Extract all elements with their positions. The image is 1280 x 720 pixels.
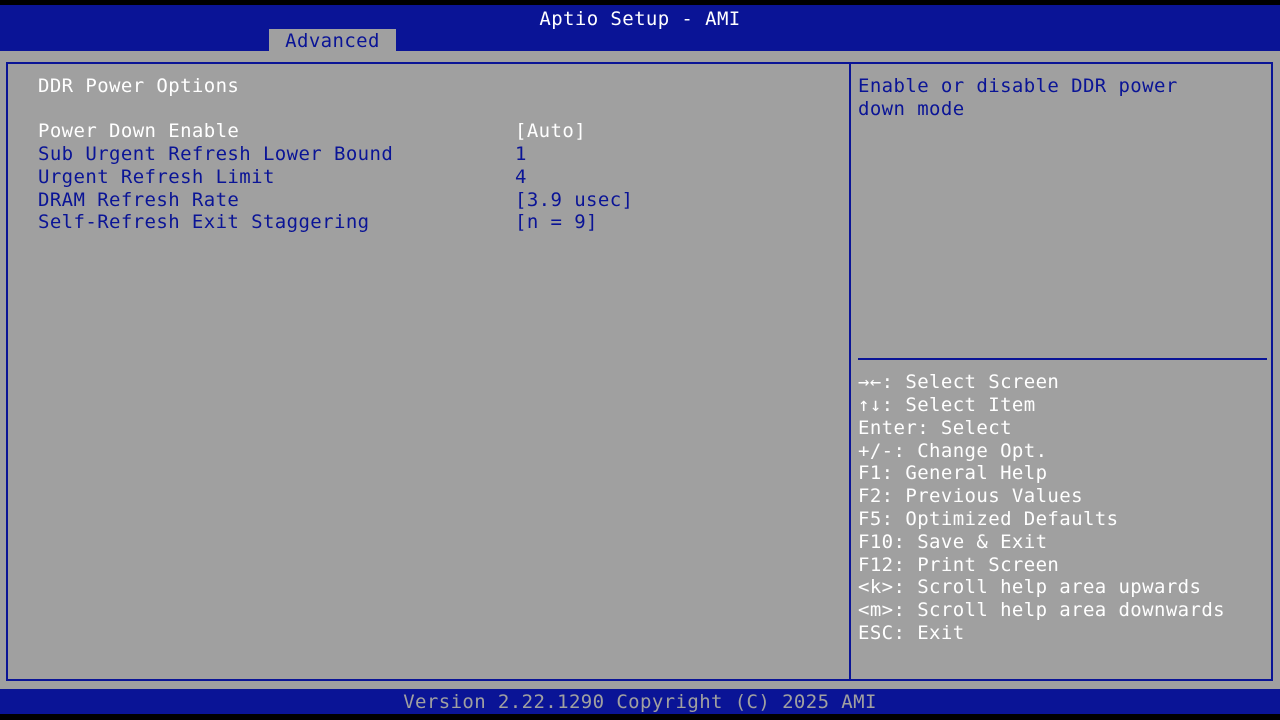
key-hint-esc: ESC: Exit: [858, 622, 965, 644]
help-description: Enable or disable DDR power down mode: [858, 75, 1178, 120]
key-hint-f5: F5: Optimized Defaults: [858, 508, 1119, 530]
key-hint-scroll-down: <m>: Scroll help area downwards: [858, 599, 1226, 621]
key-hint-scroll-up: <k>: Scroll help area upwards: [858, 576, 1202, 598]
setting-label: DRAM Refresh Rate: [38, 189, 240, 211]
key-hint-f10: F10: Save & Exit: [858, 531, 1048, 553]
footer-bar: Version 2.22.1290 Copyright (C) 2025 AMI: [0, 689, 1280, 714]
page-title: DDR Power Options: [38, 75, 240, 97]
setting-row-dram-refresh-rate[interactable]: DRAM Refresh Rate [3.9 usec]: [38, 189, 838, 212]
tab-advanced[interactable]: Advanced: [269, 29, 396, 52]
setting-label: Power Down Enable: [38, 120, 240, 142]
help-separator: [858, 358, 1267, 360]
setting-value[interactable]: 1: [515, 143, 527, 165]
version-text: Version 2.22.1290 Copyright (C) 2025 AMI: [403, 691, 877, 713]
setting-label: Urgent Refresh Limit: [38, 166, 275, 188]
setting-row-urgent-refresh-limit[interactable]: Urgent Refresh Limit 4: [38, 166, 838, 189]
setting-row-self-refresh-exit-staggering[interactable]: Self-Refresh Exit Staggering [n = 9]: [38, 211, 838, 234]
setting-row-power-down-enable[interactable]: Power Down Enable [Auto]: [38, 120, 838, 143]
main-area: DDR Power Options Power Down Enable [Aut…: [0, 51, 1280, 689]
key-hint-select-item: ↑↓: Select Item: [858, 394, 1036, 416]
setting-value[interactable]: [Auto]: [515, 120, 586, 142]
key-hint-f1: F1: General Help: [858, 462, 1048, 484]
key-hint-f12: F12: Print Screen: [858, 554, 1060, 576]
key-hint-select-screen: →←: Select Screen: [858, 371, 1060, 393]
key-hint-enter: Enter: Select: [858, 417, 1012, 439]
setting-value[interactable]: 4: [515, 166, 527, 188]
header-bar: Aptio Setup - AMI Advanced: [0, 5, 1280, 52]
app-title: Aptio Setup - AMI: [539, 8, 741, 30]
setting-label: Self-Refresh Exit Staggering: [38, 211, 370, 233]
setting-value[interactable]: [n = 9]: [515, 211, 598, 233]
setting-label: Sub Urgent Refresh Lower Bound: [38, 143, 394, 165]
setting-row-sub-urgent-refresh-lower-bound[interactable]: Sub Urgent Refresh Lower Bound 1: [38, 143, 838, 166]
setting-value[interactable]: [3.9 usec]: [515, 189, 633, 211]
key-hint-change-opt: +/-: Change Opt.: [858, 440, 1048, 462]
key-hint-f2: F2: Previous Values: [858, 485, 1083, 507]
